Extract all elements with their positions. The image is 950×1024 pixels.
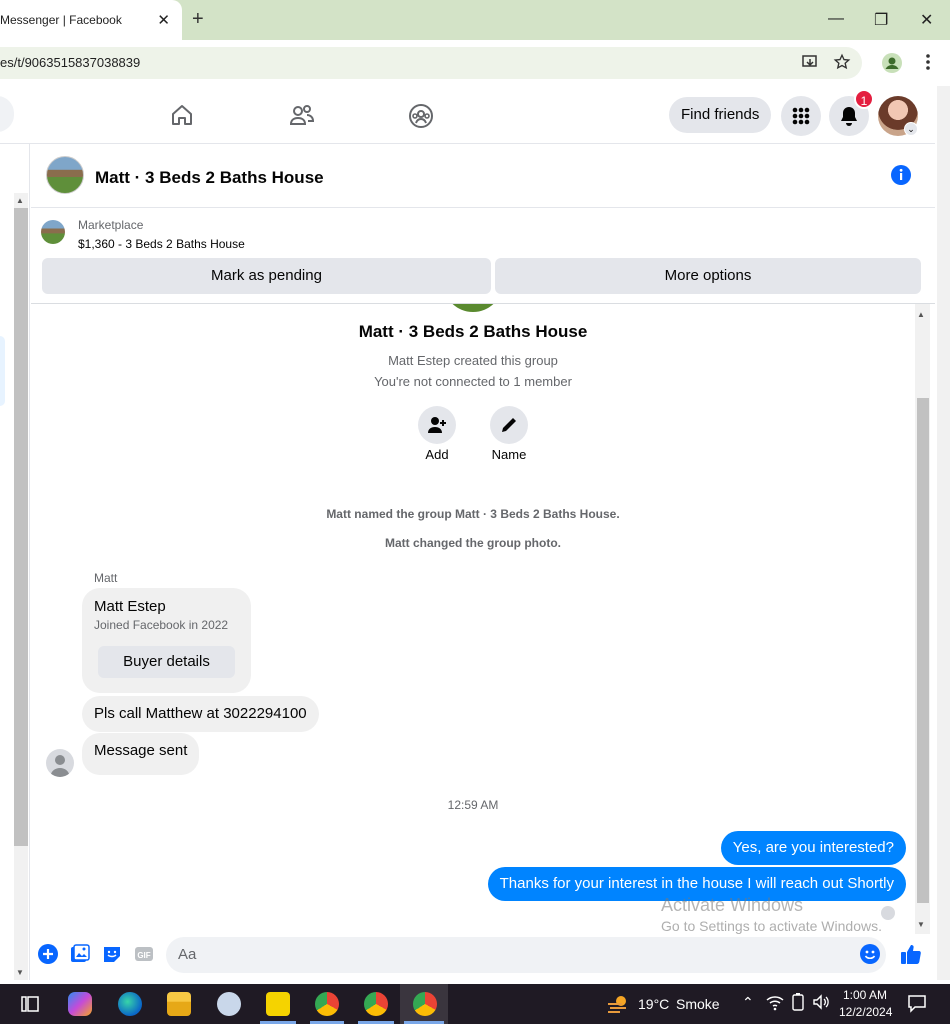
profile-icon[interactable] bbox=[881, 52, 903, 79]
edge-browser-icon[interactable] bbox=[118, 992, 142, 1016]
search-button[interactable] bbox=[0, 96, 14, 132]
buyer-profile-card: Matt Estep Joined Facebook in 2022 Buyer… bbox=[82, 588, 251, 693]
info-icon[interactable] bbox=[890, 164, 912, 191]
thumbs-up-icon[interactable] bbox=[900, 943, 922, 970]
sender-name: Matt bbox=[94, 571, 118, 585]
plus-circle-icon[interactable] bbox=[38, 944, 58, 969]
task-view-icon[interactable] bbox=[18, 992, 42, 1016]
minimize-button[interactable]: — bbox=[828, 10, 844, 28]
message-input[interactable]: Aa bbox=[166, 937, 886, 973]
chat-scroll-up-icon[interactable]: ▲ bbox=[917, 310, 925, 319]
groups-icon[interactable] bbox=[408, 103, 434, 134]
message-composer: GIF Aa bbox=[31, 934, 935, 980]
svg-text:GIF: GIF bbox=[137, 951, 150, 960]
message-timestamp: 12:59 AM bbox=[447, 798, 499, 812]
bookmark-star-icon[interactable] bbox=[833, 53, 851, 76]
sticker-icon[interactable] bbox=[102, 944, 122, 969]
activation-watermark-subtitle: Go to Settings to activate Windows. bbox=[661, 918, 882, 934]
rename-group-button[interactable] bbox=[490, 406, 528, 444]
more-options-button[interactable]: More options bbox=[495, 258, 921, 294]
copilot-icon[interactable] bbox=[68, 992, 92, 1016]
battery-icon[interactable] bbox=[788, 992, 812, 1016]
volume-icon[interactable] bbox=[811, 992, 835, 1016]
weather-temperature[interactable]: 19°C bbox=[638, 996, 669, 1012]
chat-header: Matt · 3 Beds 2 Baths House bbox=[31, 144, 935, 208]
group-name-heading: Matt · 3 Beds 2 Baths House bbox=[358, 322, 588, 341]
tab-close-icon[interactable]: ✕ bbox=[157, 11, 170, 29]
add-member-button[interactable] bbox=[418, 406, 456, 444]
left-scroll-up-icon[interactable]: ▲ bbox=[16, 196, 24, 205]
mark-as-pending-button[interactable]: Mark as pending bbox=[42, 258, 491, 294]
address-bar: es/t/9063515837038839 bbox=[0, 40, 950, 86]
buyer-name: Matt Estep bbox=[94, 598, 166, 615]
windows-taskbar: 19°C Smoke ⌃ 1:00 AM 12/2/2024 bbox=[0, 984, 950, 1024]
browser-tab-bar: Messenger | Facebook ✕ + — ❐ ✕ bbox=[0, 0, 950, 40]
show-hidden-icons-chevron-icon[interactable]: ⌃ bbox=[742, 994, 754, 1011]
listing-title[interactable]: $1,360 - 3 Beds 2 Baths House bbox=[78, 237, 245, 251]
new-tab-button[interactable]: + bbox=[192, 8, 204, 31]
clock-date[interactable]: 12/2/2024 bbox=[839, 1005, 892, 1019]
marketplace-label: Marketplace bbox=[78, 218, 144, 232]
name-label: Name bbox=[491, 447, 527, 462]
install-app-icon[interactable] bbox=[801, 53, 819, 76]
close-window-button[interactable]: ✕ bbox=[920, 10, 933, 30]
buyer-details-button[interactable]: Buyer details bbox=[98, 646, 235, 678]
facebook-top-nav: Find friends bbox=[0, 86, 935, 144]
chat-scrollbar-thumb[interactable] bbox=[917, 398, 929, 903]
outgoing-message[interactable]: Yes, are you interested? bbox=[720, 831, 906, 865]
chat-title[interactable]: Matt · 3 Beds 2 Baths House bbox=[95, 168, 324, 188]
gif-icon[interactable]: GIF bbox=[134, 944, 154, 969]
marketplace-bar: Marketplace $1,360 - 3 Beds 2 Baths Hous… bbox=[31, 208, 935, 304]
weather-icon[interactable] bbox=[606, 992, 630, 1016]
photo-icon[interactable] bbox=[70, 944, 90, 969]
not-connected-text: You're not connected to 1 member bbox=[374, 374, 572, 389]
left-scrollbar-thumb[interactable] bbox=[14, 208, 28, 846]
chrome-active-icon[interactable] bbox=[413, 992, 437, 1016]
add-label: Add bbox=[425, 447, 449, 462]
incoming-message[interactable]: Message sent bbox=[82, 733, 200, 775]
menu-grid-icon[interactable] bbox=[781, 96, 821, 136]
group-created-text: Matt Estep created this group bbox=[388, 353, 558, 368]
sticky-notes-icon[interactable] bbox=[266, 992, 290, 1016]
account-chevron-down-icon[interactable]: ⌄ bbox=[904, 122, 918, 136]
find-friends-button[interactable]: Find friends bbox=[669, 97, 772, 133]
chrome-profile-a-icon[interactable] bbox=[315, 992, 339, 1016]
selected-chat-edge bbox=[0, 336, 5, 406]
emoji-icon[interactable] bbox=[860, 944, 880, 969]
snipping-tool-icon[interactable] bbox=[217, 992, 241, 1016]
weather-condition[interactable]: Smoke bbox=[676, 996, 720, 1012]
url-text[interactable]: es/t/9063515837038839 bbox=[0, 55, 140, 70]
chat-scroll-down-icon[interactable]: ▼ bbox=[917, 920, 925, 929]
activation-watermark-title: Activate Windows bbox=[661, 895, 804, 915]
system-message-photo: Matt changed the group photo. bbox=[385, 536, 561, 550]
buyer-joined: Joined Facebook in 2022 bbox=[94, 618, 229, 632]
seen-indicator-avatar bbox=[881, 906, 895, 920]
incoming-message[interactable]: Pls call Matthew at 3022294100 bbox=[82, 696, 319, 732]
friends-icon[interactable] bbox=[289, 103, 315, 132]
browser-tab[interactable]: Messenger | Facebook ✕ bbox=[0, 0, 182, 40]
browser-menu-icon[interactable] bbox=[924, 53, 932, 76]
group-photo-partial bbox=[443, 304, 503, 312]
file-explorer-icon[interactable] bbox=[167, 992, 191, 1016]
left-scroll-down-icon[interactable]: ▼ bbox=[16, 968, 24, 977]
restore-button[interactable]: ❐ bbox=[874, 10, 888, 30]
system-message-named: Matt named the group Matt · 3 Beds 2 Bat… bbox=[326, 507, 620, 521]
tab-title: Messenger | Facebook bbox=[0, 13, 122, 27]
conversation-area: Matt · 3 Beds 2 Baths House Matt Estep c… bbox=[31, 304, 915, 934]
chrome-profile-b-icon[interactable] bbox=[364, 992, 388, 1016]
clock-time[interactable]: 1:00 AM bbox=[843, 988, 887, 1002]
sender-avatar[interactable] bbox=[46, 749, 74, 777]
wifi-icon[interactable] bbox=[765, 992, 789, 1016]
listing-thumbnail[interactable] bbox=[41, 220, 65, 244]
notification-badge: 1 bbox=[854, 89, 874, 109]
notifications-chat-icon[interactable] bbox=[906, 992, 930, 1016]
page-scrollbar[interactable] bbox=[937, 86, 950, 980]
group-avatar[interactable] bbox=[46, 156, 84, 194]
home-icon[interactable] bbox=[170, 103, 194, 132]
